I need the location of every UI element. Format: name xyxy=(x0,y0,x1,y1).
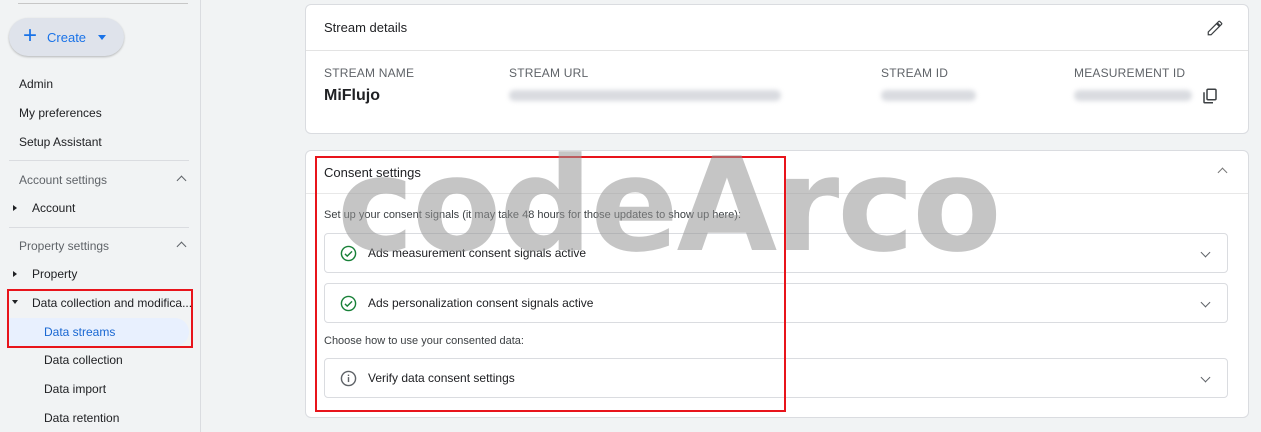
stream-details-title: Stream details xyxy=(324,20,408,35)
sidebar-item-property[interactable]: Property xyxy=(32,267,77,281)
measurement-id-label: MEASUREMENT ID xyxy=(1074,66,1186,80)
chevron-down-icon xyxy=(1200,247,1211,258)
sidebar-top-divider xyxy=(18,0,188,4)
stream-id-label: STREAM ID xyxy=(881,66,949,80)
sidebar-item-account[interactable]: Account xyxy=(32,201,75,215)
chevron-down-icon xyxy=(1200,297,1211,308)
copy-icon[interactable] xyxy=(1201,87,1219,105)
sidebar-item-data-collection[interactable]: Data collection xyxy=(44,353,123,367)
stream-url-label: STREAM URL xyxy=(509,66,589,80)
stream-details-header: Stream details xyxy=(306,5,1248,51)
account-settings-section[interactable]: Account settings xyxy=(19,173,189,187)
edit-pencil-icon[interactable] xyxy=(1206,19,1224,37)
highlight-box xyxy=(7,289,193,348)
chevron-down-icon xyxy=(1200,372,1211,383)
stream-url-value-blurred xyxy=(509,90,781,101)
create-button-label: Create xyxy=(47,29,87,45)
sidebar-item-my-preferences[interactable]: My preferences xyxy=(19,106,102,120)
sidebar: + Create Admin My preferences Setup Assi… xyxy=(0,0,201,432)
expand-arrow-icon xyxy=(13,205,17,211)
plus-icon: + xyxy=(23,22,38,49)
sidebar-item-setup-assistant[interactable]: Setup Assistant xyxy=(19,135,102,149)
create-button[interactable]: + Create xyxy=(9,18,124,56)
chevron-up-icon xyxy=(176,175,187,186)
sidebar-item-admin[interactable]: Admin xyxy=(19,77,53,91)
property-settings-section[interactable]: Property settings xyxy=(19,239,189,253)
expand-arrow-icon xyxy=(13,271,17,277)
stream-name-label: STREAM NAME xyxy=(324,66,415,80)
chevron-up-icon xyxy=(1217,167,1228,178)
measurement-id-value-blurred xyxy=(1074,90,1192,101)
sidebar-divider xyxy=(9,227,189,228)
chevron-up-icon xyxy=(176,241,187,252)
caret-down-icon xyxy=(98,34,107,40)
stream-id-value-blurred xyxy=(881,90,976,101)
account-settings-title: Account settings xyxy=(19,173,108,187)
stream-name-value: MiFlujo xyxy=(324,87,380,104)
sidebar-divider xyxy=(9,160,189,161)
property-settings-title: Property settings xyxy=(19,239,110,253)
highlight-box xyxy=(315,156,786,412)
sidebar-item-data-retention[interactable]: Data retention xyxy=(44,411,119,425)
sidebar-item-data-import[interactable]: Data import xyxy=(44,382,106,396)
